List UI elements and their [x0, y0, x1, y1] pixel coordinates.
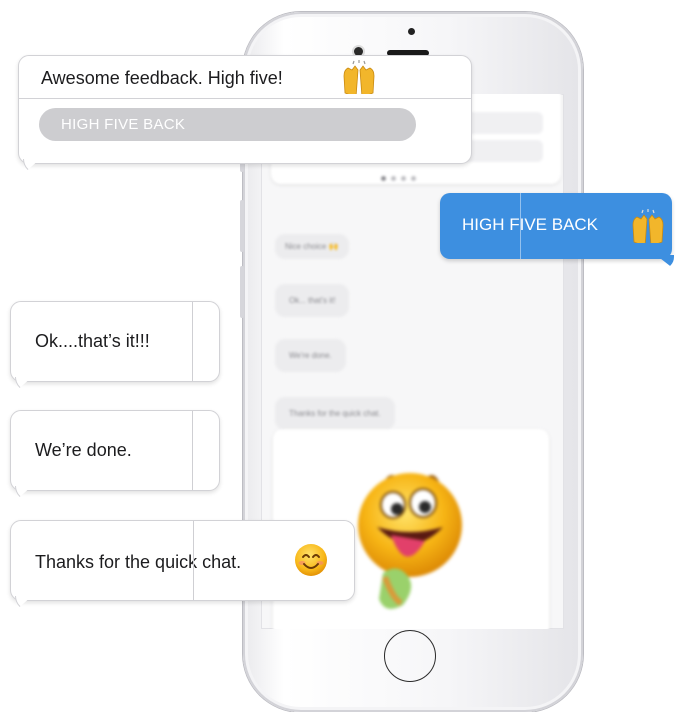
home-button[interactable]	[384, 630, 436, 682]
blurred-message: Nice choice 🙌	[275, 234, 349, 259]
smiling-face-icon	[295, 544, 327, 576]
bot-message-done: We’re done.	[10, 410, 220, 491]
blurred-message: Ok... that's it!	[275, 284, 350, 317]
tongue-out-emoji-icon	[358, 473, 462, 609]
bubble-seam	[520, 193, 521, 259]
user-reply-high-five: HIGH FIVE BACK	[440, 193, 672, 259]
bot-message-thanks: Thanks for the quick chat.	[10, 520, 355, 601]
proximity-sensor	[408, 28, 415, 35]
message-text: Ok....that’s it!!!	[35, 331, 150, 351]
bubble-seam	[193, 521, 194, 600]
high-five-back-button[interactable]: HIGH FIVE BACK	[39, 108, 416, 141]
bot-message-ok: Ok....that’s it!!!	[10, 301, 220, 382]
message-text: Awesome feedback. High five!	[41, 68, 283, 88]
carousel-pager	[381, 176, 416, 181]
bubble-seam	[192, 411, 193, 490]
raising-hands-icon	[343, 60, 375, 94]
raising-hands-icon	[632, 209, 664, 243]
bubble-seam	[192, 302, 193, 381]
blurred-message: We're done.	[275, 339, 346, 372]
blurred-message: Thanks for the quick chat.	[275, 397, 395, 430]
phone-volume-extra	[240, 266, 244, 318]
bubble-divider	[19, 98, 471, 99]
message-text: We’re done.	[35, 440, 132, 460]
reply-text: HIGH FIVE BACK	[462, 215, 599, 234]
message-text: Thanks for the quick chat.	[35, 552, 242, 572]
phone-volume-down	[240, 200, 244, 252]
bot-message-awesome-feedback: Awesome feedback. High five! HIGH FIVE B…	[18, 55, 472, 164]
